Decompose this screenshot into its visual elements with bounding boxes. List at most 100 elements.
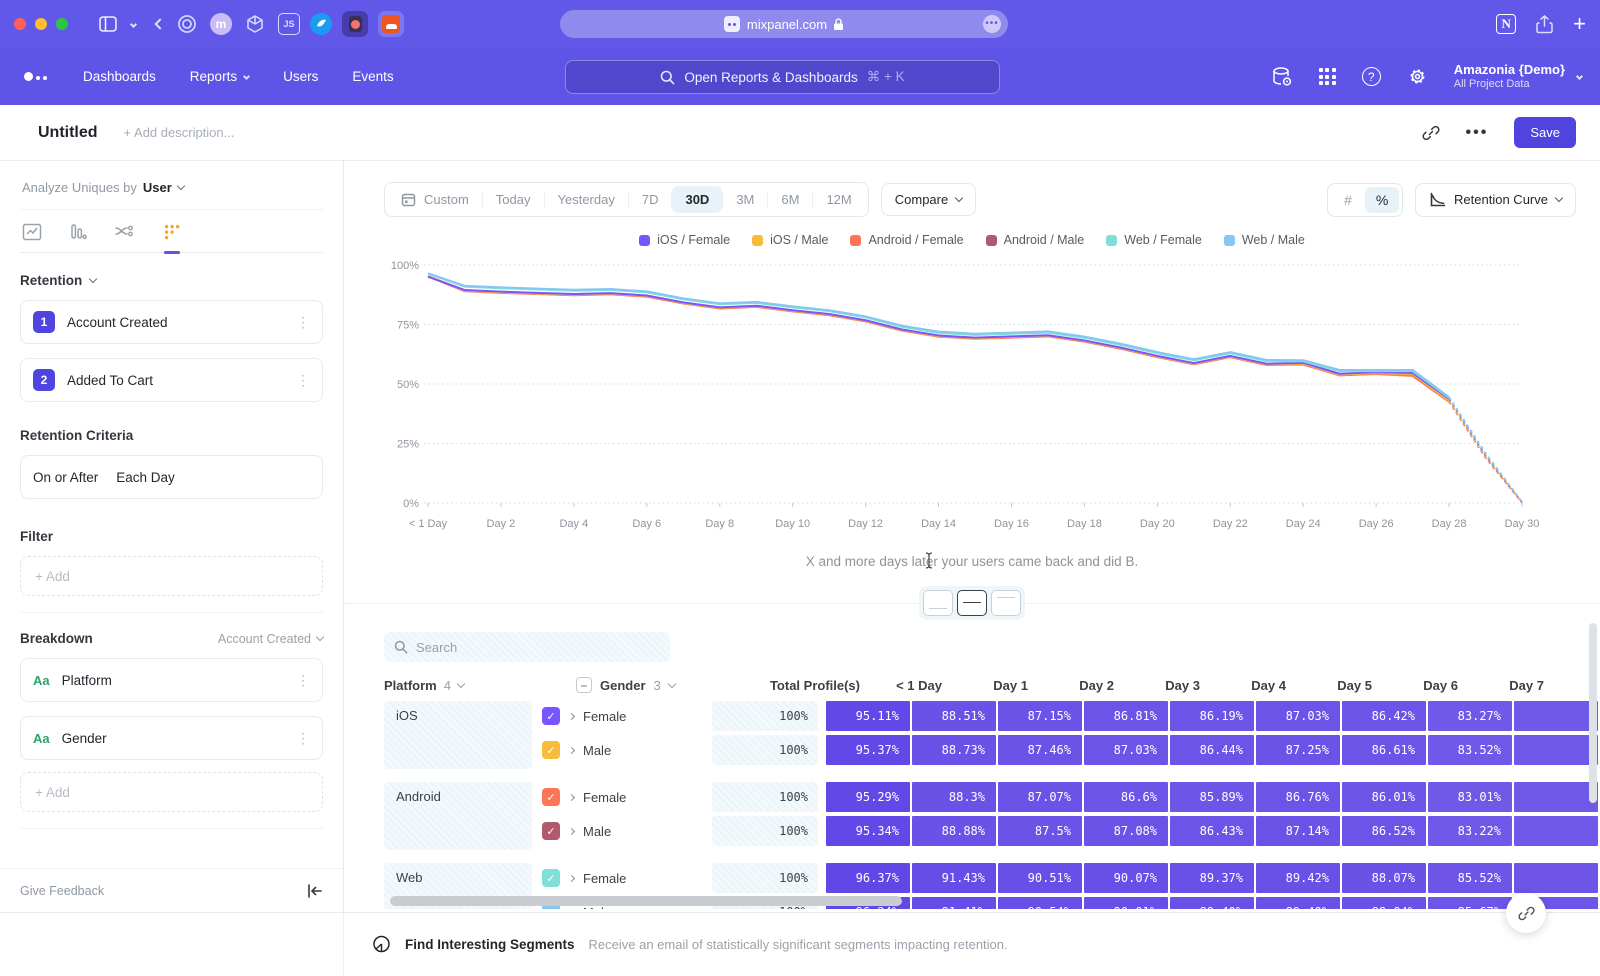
breakdown-add-button[interactable]: + Add (20, 772, 323, 812)
retention-cell-day-1[interactable]: 88.73% (912, 735, 996, 765)
breakdown-platform-menu-icon[interactable]: ⋮ (296, 672, 310, 689)
retention-cell-day-0[interactable]: 96.37% (826, 863, 910, 893)
nav-events[interactable]: Events (352, 69, 393, 84)
gender-cell[interactable]: ✓Female (542, 707, 712, 725)
step-1-menu-icon[interactable]: ⋮ (296, 314, 310, 331)
legend-item-ios-male[interactable]: iOS / Male (752, 233, 828, 247)
tab-m-avatar-icon[interactable]: m (210, 13, 232, 35)
retention-cell-day-3[interactable]: 90.01% (1084, 897, 1168, 909)
percent-toggle[interactable]: % (1365, 187, 1399, 213)
global-search-input[interactable]: Open Reports & Dashboards ⌘ + K (565, 60, 1000, 94)
retention-cell-day-6[interactable]: 86.52% (1342, 816, 1426, 846)
gender-cell[interactable]: ✓Female (542, 869, 712, 887)
platform-cell[interactable]: Android (384, 782, 532, 850)
view-split-button[interactable] (957, 590, 987, 616)
range-6m[interactable]: 6M (768, 186, 812, 213)
nav-dashboards[interactable]: Dashboards (83, 69, 156, 84)
retention-section-header[interactable]: Retention (20, 273, 323, 288)
retention-cell-day-0[interactable]: 95.11% (826, 701, 910, 731)
retention-cell-day-2[interactable]: 90.51% (998, 863, 1082, 893)
retention-step-1[interactable]: 1 Account Created ⋮ (20, 300, 323, 344)
retention-cell-day-2[interactable]: 87.5% (998, 816, 1082, 846)
window-zoom-button[interactable] (56, 18, 68, 30)
retention-chart[interactable]: 0%25%50%75%100%< 1 DayDay 2Day 4Day 6Day… (380, 253, 1600, 544)
range-30d[interactable]: 30D (672, 186, 722, 213)
range-3m[interactable]: 3M (723, 186, 767, 213)
tab-record-icon[interactable] (342, 11, 368, 37)
segment-checkbox[interactable]: ✓ (542, 822, 560, 840)
retention-cell-day-3[interactable]: 90.07% (1084, 863, 1168, 893)
browser-back-icon[interactable] (156, 20, 164, 28)
segment-checkbox[interactable]: ✓ (542, 788, 560, 806)
tab-retention[interactable] (162, 222, 182, 252)
horizontal-scrollbar[interactable] (390, 896, 902, 906)
step-2-menu-icon[interactable]: ⋮ (296, 372, 310, 389)
retention-cell-day-7[interactable]: 83.01% (1428, 782, 1512, 812)
retention-cell-day-5[interactable]: 87.03% (1256, 701, 1340, 731)
retention-cell-day-4[interactable]: 86.43% (1170, 816, 1254, 846)
browser-sidebar-icon[interactable] (99, 16, 117, 32)
legend-item-web-female[interactable]: Web / Female (1106, 233, 1202, 247)
retention-criteria-selector[interactable]: On or After Each Day (20, 455, 323, 499)
retention-cell-day-6[interactable]: 86.01% (1342, 782, 1426, 812)
report-title[interactable]: Untitled (38, 124, 98, 142)
retention-cell-day-7[interactable]: 83.52% (1428, 735, 1512, 765)
column-day-4[interactable]: Day 4 (1214, 678, 1300, 693)
gender-cell[interactable]: ✓Male (542, 822, 712, 840)
expand-chevron-icon[interactable] (568, 908, 575, 909)
segment-checkbox[interactable]: ✓ (542, 869, 560, 887)
column-gender[interactable]: – Gender3 (576, 677, 756, 693)
retention-cell-day-7[interactable]: 83.22% (1428, 816, 1512, 846)
platform-cell[interactable]: iOS (384, 701, 532, 769)
vertical-scrollbar[interactable] (1589, 623, 1597, 803)
legend-item-android-male[interactable]: Android / Male (986, 233, 1085, 247)
address-bar[interactable]: mixpanel.com ••• (560, 10, 1008, 38)
copy-link-icon[interactable] (1422, 124, 1440, 142)
project-switcher[interactable]: Amazonia {Demo} All Project Data (1454, 62, 1582, 92)
analyze-value[interactable]: User (143, 180, 172, 195)
range-yesterday[interactable]: Yesterday (545, 186, 628, 213)
retention-cell-day-3[interactable]: 86.6% (1084, 782, 1168, 812)
mixpanel-logo-icon[interactable] (24, 72, 47, 81)
expand-chevron-icon[interactable] (568, 827, 575, 834)
collapse-sidebar-icon[interactable] (307, 884, 323, 898)
criteria-each-day[interactable]: Each Day (116, 470, 175, 485)
retention-cell-day-4[interactable]: 86.19% (1170, 701, 1254, 731)
column-day-1[interactable]: Day 1 (956, 678, 1042, 693)
retention-cell-day-0[interactable]: 95.34% (826, 816, 910, 846)
retention-cell-day-6[interactable]: 88.07% (1342, 863, 1426, 893)
legend-item-web-male[interactable]: Web / Male (1224, 233, 1305, 247)
retention-cell-day-4[interactable]: 86.44% (1170, 735, 1254, 765)
retention-cell-day-1[interactable]: 91.43% (912, 863, 996, 893)
expand-chevron-icon[interactable] (568, 712, 575, 719)
browser-dropdown-icon[interactable] (131, 22, 136, 27)
column-day-2[interactable]: Day 2 (1042, 678, 1128, 693)
retention-cell-day-5[interactable]: 87.25% (1256, 735, 1340, 765)
retention-cell-day-2[interactable]: 90.54% (998, 897, 1082, 909)
criteria-on-or-after[interactable]: On or After (33, 470, 98, 485)
tab-target-icon[interactable] (174, 11, 200, 37)
apps-grid-icon[interactable] (1319, 68, 1336, 85)
tab-blue-globe-icon[interactable] (310, 13, 332, 35)
retention-cell-day-6[interactable]: 86.61% (1342, 735, 1426, 765)
breakdown-gender[interactable]: Aa Gender ⋮ (20, 716, 323, 760)
tab-funnels[interactable] (68, 222, 88, 252)
retention-cell-day-7[interactable]: 85.67% (1428, 897, 1512, 909)
range-today[interactable]: Today (483, 186, 544, 213)
retention-cell-day-1[interactable]: 88.3% (912, 782, 996, 812)
nav-reports[interactable]: Reports (190, 69, 249, 84)
tab-insights[interactable] (22, 222, 42, 252)
find-segments-link[interactable]: Find Interesting Segments (405, 937, 575, 952)
retention-cell-day-2[interactable]: 87.07% (998, 782, 1082, 812)
column-day-7[interactable]: Day 7 (1472, 678, 1558, 693)
retention-cell-day-1[interactable]: 88.88% (912, 816, 996, 846)
column-total-profiles[interactable]: Total Profile(s) (756, 678, 870, 693)
notion-extension-icon[interactable]: N (1496, 14, 1516, 34)
retention-cell-day-6[interactable]: 86.42% (1342, 701, 1426, 731)
help-icon[interactable]: ? (1362, 67, 1381, 86)
retention-cell-day-5[interactable]: 87.14% (1256, 816, 1340, 846)
view-chart-only-button[interactable] (923, 590, 953, 616)
gender-cell[interactable]: ✓Male (542, 741, 712, 759)
breakdown-scope-selector[interactable]: Account Created (218, 632, 323, 646)
save-button[interactable]: Save (1514, 117, 1576, 148)
